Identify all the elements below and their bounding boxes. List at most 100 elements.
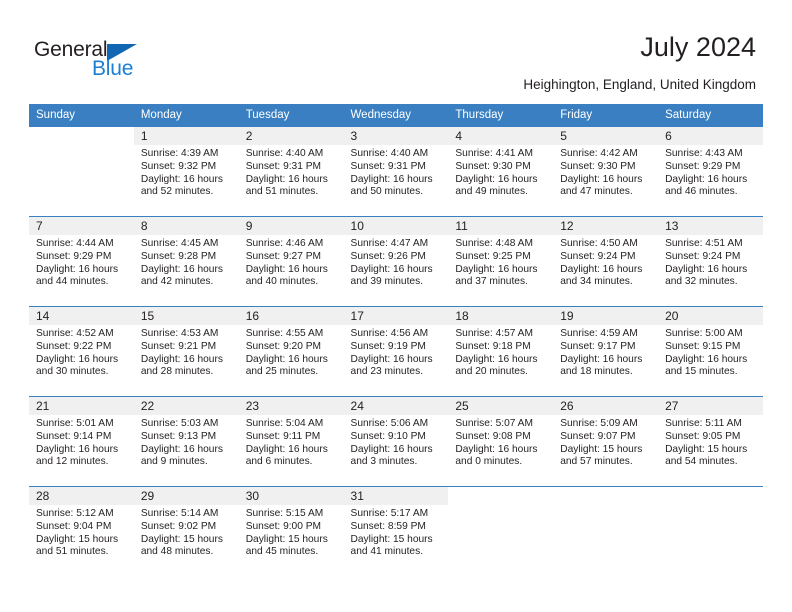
calendar-day-cell[interactable]: 16 Sunrise: 4:55 AM Sunset: 9:20 PM Dayligh…: [238, 307, 344, 397]
calendar-day-cell[interactable]: 6 Sunrise: 4:43 AM Sunset: 9:29 PM Daylight…: [658, 127, 763, 217]
calendar-day-cell[interactable]: 31 Sunrise: 5:17 AM Sunset: 8:59 PM Dayligh…: [343, 487, 449, 577]
calendar-day-cell[interactable]: 13 Sunrise: 4:51 AM Sunset: 9:24 PM Dayligh…: [658, 217, 763, 307]
calendar-empty-cell: [448, 487, 554, 577]
sunset-time: Sunset: 9:00 PM: [245, 520, 322, 532]
sunset-time: Sunset: 9:05 PM: [665, 430, 741, 442]
sunset-time: Sunset: 9:14 PM: [36, 430, 112, 442]
daylight-duration-line2: and 51 minutes.: [36, 546, 109, 558]
calendar-day-cell[interactable]: 3 Sunrise: 4:40 AM Sunset: 9:31 PM Daylight…: [343, 127, 449, 217]
calendar-empty-cell: [658, 487, 763, 577]
daylight-duration-line2: and 34 minutes.: [560, 276, 633, 288]
sunrise-time: Sunrise: 4:56 AM: [350, 328, 429, 340]
calendar-day-cell[interactable]: 14 Sunrise: 4:52 AM Sunset: 9:22 PM Dayligh…: [29, 307, 134, 397]
calendar-day-cell[interactable]: 11 Sunrise: 4:48 AM Sunset: 9:25 PM Dayligh…: [448, 217, 554, 307]
calendar-day-cell[interactable]: 8 Sunrise: 4:45 AM Sunset: 9:28 PM Daylight…: [133, 217, 239, 307]
calendar-day-cell[interactable]: 17 Sunrise: 4:56 AM Sunset: 9:19 PM Dayligh…: [343, 307, 449, 397]
day-number: 2: [238, 127, 344, 146]
sunrise-time: Sunrise: 5:11 AM: [665, 418, 742, 430]
sunrise-time: Sunrise: 4:40 AM: [350, 148, 429, 160]
calendar-day-cell[interactable]: 7 Sunrise: 4:44 AM Sunset: 9:29 PM Daylight…: [29, 217, 134, 307]
calendar-day-cell[interactable]: 15 Sunrise: 4:53 AM Sunset: 9:21 PM Dayligh…: [133, 307, 239, 397]
calendar-week-row: 1 Sunrise: 4:39 AM Sunset: 9:32 PM Daylight…: [29, 127, 763, 217]
calendar-day-cell[interactable]: 18 Sunrise: 4:57 AM Sunset: 9:18 PM Dayligh…: [448, 307, 554, 397]
calendar-day-cell[interactable]: 10 Sunrise: 4:47 AM Sunset: 9:26 PM Dayligh…: [343, 217, 449, 307]
sunset-time: Sunset: 9:08 PM: [455, 430, 531, 442]
day-sun-info: Sunrise: 5:01 AM Sunset: 9:14 PM Daylight:…: [29, 415, 134, 468]
daylight-duration-line2: and 30 minutes.: [36, 366, 109, 378]
sunrise-time: Sunrise: 5:14 AM: [140, 508, 219, 520]
calendar-day-cell[interactable]: 5 Sunrise: 4:42 AM Sunset: 9:30 PM Daylight…: [553, 127, 659, 217]
daylight-duration-line1: Daylight: 16 hours: [665, 263, 748, 275]
daylight-duration-line1: Daylight: 16 hours: [455, 173, 538, 185]
day-sun-info: Sunrise: 4:57 AM Sunset: 9:18 PM Daylight:…: [448, 325, 553, 378]
sunset-time: Sunset: 9:29 PM: [36, 250, 112, 262]
day-sun-info: Sunrise: 5:06 AM Sunset: 9:10 PM Daylight:…: [344, 415, 449, 468]
sunset-time: Sunset: 8:59 PM: [350, 520, 426, 532]
day-sun-info: Sunrise: 4:52 AM Sunset: 9:22 PM Daylight:…: [29, 325, 134, 378]
daylight-duration-line2: and 41 minutes.: [350, 546, 424, 558]
calendar-day-cell[interactable]: 29 Sunrise: 5:14 AM Sunset: 9:02 PM Dayligh…: [133, 487, 239, 577]
day-number: 28: [29, 487, 134, 506]
day-number: 30: [238, 487, 344, 506]
day-sun-info: Sunrise: 4:59 AM Sunset: 9:17 PM Daylight:…: [553, 325, 658, 378]
daylight-duration-line2: and 49 minutes.: [455, 186, 528, 198]
sunrise-time: Sunrise: 5:00 AM: [665, 328, 743, 340]
day-sun-info: Sunrise: 4:56 AM Sunset: 9:19 PM Daylight:…: [344, 325, 449, 378]
sunrise-time: Sunrise: 5:01 AM: [36, 418, 114, 430]
brand-logo[interactable]: General Blue: [34, 38, 164, 86]
sunset-time: Sunset: 9:10 PM: [350, 430, 426, 442]
sunset-time: Sunset: 9:11 PM: [245, 430, 321, 442]
sunrise-time: Sunrise: 4:47 AM: [350, 238, 429, 250]
day-sun-info: Sunrise: 4:53 AM Sunset: 9:21 PM Daylight:…: [134, 325, 239, 378]
day-number: 11: [448, 217, 554, 236]
sunrise-time: Sunrise: 5:12 AM: [36, 508, 114, 520]
day-sun-info: Sunrise: 4:47 AM Sunset: 9:26 PM Daylight:…: [344, 235, 449, 288]
calendar-day-cell[interactable]: 9 Sunrise: 4:46 AM Sunset: 9:27 PM Daylight…: [238, 217, 344, 307]
calendar-day-cell[interactable]: 4 Sunrise: 4:41 AM Sunset: 9:30 PM Daylight…: [448, 127, 554, 217]
calendar-empty-cell: [553, 487, 659, 577]
sunset-time: Sunset: 9:24 PM: [560, 250, 636, 262]
daylight-duration-line2: and 45 minutes.: [245, 546, 319, 558]
calendar-day-cell[interactable]: 28 Sunrise: 5:12 AM Sunset: 9:04 PM Dayligh…: [29, 487, 134, 577]
calendar-day-cell[interactable]: 2 Sunrise: 4:40 AM Sunset: 9:31 PM Daylight…: [238, 127, 344, 217]
page-title: July 2024: [640, 32, 756, 62]
calendar-week-row: 21 Sunrise: 5:01 AM Sunset: 9:14 PM Dayligh…: [29, 396, 763, 487]
sunrise-time: Sunrise: 4:59 AM: [560, 328, 638, 340]
day-sun-info: Sunrise: 4:44 AM Sunset: 9:29 PM Daylight:…: [29, 235, 134, 288]
sunrise-time: Sunrise: 4:46 AM: [245, 238, 324, 250]
calendar-day-cell[interactable]: 24 Sunrise: 5:06 AM Sunset: 9:10 PM Dayligh…: [343, 397, 449, 487]
calendar-day-cell[interactable]: 21 Sunrise: 5:01 AM Sunset: 9:14 PM Dayligh…: [29, 397, 134, 487]
daylight-duration-line1: Daylight: 16 hours: [350, 353, 433, 365]
daylight-duration-line1: Daylight: 15 hours: [36, 533, 119, 545]
day-number: 19: [553, 307, 659, 326]
weekday-header-sunday: Sunday: [36, 109, 76, 121]
daylight-duration-line2: and 46 minutes.: [665, 186, 738, 198]
sunrise-time: Sunrise: 4:39 AM: [140, 148, 219, 160]
calendar-day-cell[interactable]: 1 Sunrise: 4:39 AM Sunset: 9:32 PM Daylight…: [133, 127, 239, 217]
calendar-day-cell[interactable]: 27 Sunrise: 5:11 AM Sunset: 9:05 PM Dayligh…: [658, 397, 763, 487]
day-number: 26: [553, 397, 659, 416]
day-sun-info: Sunrise: 5:04 AM Sunset: 9:11 PM Daylight:…: [239, 415, 344, 468]
calendar-day-cell[interactable]: 19 Sunrise: 4:59 AM Sunset: 9:17 PM Dayligh…: [553, 307, 659, 397]
day-sun-info: Sunrise: 5:07 AM Sunset: 9:08 PM Daylight:…: [448, 415, 553, 468]
day-sun-info: Sunrise: 5:14 AM Sunset: 9:02 PM Daylight:…: [134, 505, 239, 558]
calendar-day-cell[interactable]: 23 Sunrise: 5:04 AM Sunset: 9:11 PM Dayligh…: [238, 397, 344, 487]
daylight-duration-line1: Daylight: 15 hours: [350, 533, 433, 545]
calendar-day-cell[interactable]: 12 Sunrise: 4:50 AM Sunset: 9:24 PM Dayligh…: [553, 217, 659, 307]
daylight-duration-line1: Daylight: 16 hours: [140, 443, 223, 455]
sunset-time: Sunset: 9:25 PM: [455, 250, 531, 262]
calendar-day-cell[interactable]: 20 Sunrise: 5:00 AM Sunset: 9:15 PM Dayligh…: [658, 307, 763, 397]
day-number: 18: [448, 307, 554, 326]
sunset-time: Sunset: 9:29 PM: [665, 160, 741, 172]
sunset-time: Sunset: 9:15 PM: [665, 340, 741, 352]
day-sun-info: Sunrise: 4:39 AM Sunset: 9:32 PM Daylight:…: [134, 145, 239, 198]
calendar-day-cell[interactable]: 30 Sunrise: 5:15 AM Sunset: 9:00 PM Dayligh…: [238, 487, 344, 577]
daylight-duration-line1: Daylight: 16 hours: [245, 443, 328, 455]
calendar-day-cell[interactable]: 25 Sunrise: 5:07 AM Sunset: 9:08 PM Dayligh…: [448, 397, 554, 487]
daylight-duration-line1: Daylight: 15 hours: [140, 533, 223, 545]
calendar-day-cell[interactable]: 26 Sunrise: 5:09 AM Sunset: 9:07 PM Dayligh…: [553, 397, 659, 487]
sunset-time: Sunset: 9:31 PM: [245, 160, 322, 172]
day-number: [658, 487, 763, 506]
day-sun-info: Sunrise: 4:42 AM Sunset: 9:30 PM Daylight:…: [553, 145, 658, 198]
calendar-day-cell[interactable]: 22 Sunrise: 5:03 AM Sunset: 9:13 PM Dayligh…: [133, 397, 239, 487]
